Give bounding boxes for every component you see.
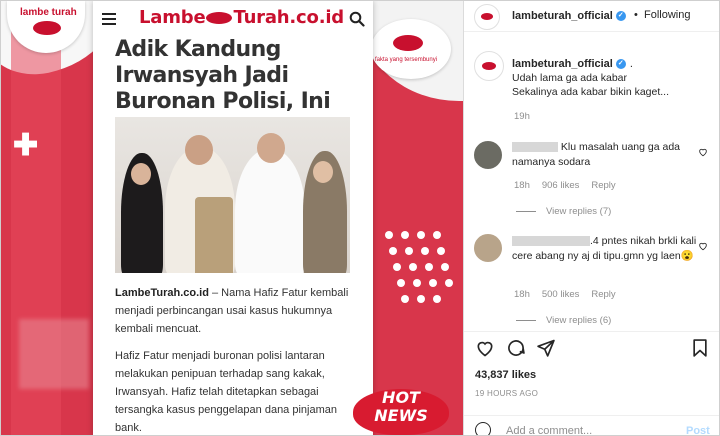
site-logo-left: Lambe [139, 7, 206, 28]
verified-icon: ✓ [615, 59, 626, 70]
brand-logo-badge: fakta yang tersembunyi [371, 19, 451, 79]
redacted-username [512, 236, 590, 247]
menu-icon [102, 13, 116, 25]
header-username[interactable]: lambeturah_official ✓ [512, 10, 626, 22]
action-bar [464, 331, 719, 362]
post-header: lambeturah_official ✓ • Following [464, 1, 719, 32]
caption-line: Udah lama ga ada kabar [512, 72, 627, 84]
article-source: LambeTurah.co.id [115, 287, 209, 299]
comment-input[interactable]: Add a comment... [506, 425, 592, 435]
divider-line [516, 319, 536, 321]
post-media[interactable]: lambe turah fakta yang tersembunyi ✚ Lam… [1, 1, 463, 435]
brand-tagline: fakta yang tersembunyi [375, 57, 438, 63]
plus-icon: ✚ [13, 129, 39, 162]
post-button[interactable]: Post [686, 425, 710, 435]
post-window: lambe turah fakta yang tersembunyi ✚ Lam… [0, 0, 720, 436]
decorative-dots [385, 231, 457, 311]
caption-username-text[interactable]: lambeturah_official [512, 58, 613, 70]
lips-icon [206, 12, 233, 24]
view-replies-label[interactable]: View replies (6) [546, 315, 611, 326]
lips-icon [481, 13, 493, 20]
comment-time: 18h [514, 180, 530, 191]
reply-button[interactable]: Reply [591, 289, 615, 300]
emoji-surprised: 😮 [680, 250, 694, 262]
bookmark-icon[interactable] [690, 338, 710, 358]
share-icon[interactable] [536, 338, 556, 358]
comment-likes[interactable]: 906 likes [542, 180, 580, 191]
site-logo-right: Turah.co.id [233, 7, 344, 28]
comment-meta: 18h 500 likes Reply [514, 289, 628, 300]
lips-icon [482, 62, 496, 70]
comment-icon[interactable] [506, 338, 526, 358]
caption-username[interactable]: lambeturah_official ✓. [512, 58, 633, 70]
view-replies-button[interactable]: View replies (6) [516, 315, 611, 326]
article-paragraph: LambeTurah.co.id – Nama Hafiz Fatur kemb… [115, 284, 365, 338]
divider-line [516, 210, 536, 212]
redacted-username [512, 142, 558, 153]
likes-count[interactable]: 43,837 likes [475, 369, 536, 381]
post-timestamp: 19 HOURS AGO [475, 389, 539, 398]
heart-icon[interactable] [698, 241, 708, 251]
caption-time: 19h [514, 111, 530, 122]
view-replies-button[interactable]: View replies (7) [516, 206, 611, 217]
hot-news-badge: HOT NEWS [353, 383, 449, 435]
comment-likes[interactable]: 500 likes [542, 289, 580, 300]
comment-text: .4 pntes nikah brkli kali cere abang ny … [512, 234, 702, 264]
lips-icon [33, 21, 61, 35]
comment-time: 18h [514, 289, 530, 300]
comment-text: Klu masalah uang ga ada namanya sodara [512, 140, 702, 170]
verified-icon: ✓ [615, 11, 626, 22]
separator-dot: • [634, 9, 638, 21]
avatar[interactable] [474, 234, 502, 262]
emoji-icon[interactable] [475, 422, 491, 435]
article-paragraph: Hafiz Fatur menjadi buronan polisi lanta… [115, 350, 337, 434]
article-photo [115, 117, 350, 273]
reply-button[interactable]: Reply [591, 180, 615, 191]
avatar[interactable] [474, 141, 502, 169]
caption-line: Sekalinya ada kabar bikin kaget... [512, 86, 670, 98]
blurred-image-area [19, 319, 89, 389]
hot-news-text: HOT NEWS [353, 389, 449, 425]
view-replies-label[interactable]: View replies (7) [546, 206, 611, 217]
caption-trailing: . [629, 58, 633, 70]
comment-meta: 18h 906 likes Reply [514, 180, 628, 191]
avatar[interactable] [474, 51, 504, 81]
avatar[interactable] [474, 4, 500, 30]
add-comment-bar: Add a comment... Post [464, 415, 719, 435]
article-header: Lambe Turah.co.id [93, 1, 373, 35]
lips-icon [393, 35, 423, 51]
hot-news-line1: HOT [382, 388, 420, 407]
heart-icon[interactable] [475, 338, 495, 358]
article-card: Lambe Turah.co.id Adik Kandung Irwansyah … [93, 1, 373, 435]
site-logo: Lambe Turah.co.id [139, 7, 344, 28]
hot-news-line2: NEWS [374, 406, 428, 425]
brand-logo-text: lambe turah [20, 7, 77, 18]
comments-panel: lambeturah_official ✓ • Following lambetu… [463, 1, 719, 435]
search-icon [349, 11, 365, 27]
article-body: LambeTurah.co.id – Nama Hafiz Fatur kemb… [115, 284, 365, 435]
header-username-text[interactable]: lambeturah_official [512, 10, 613, 22]
heart-icon[interactable] [698, 147, 708, 157]
following-button[interactable]: Following [644, 9, 690, 21]
